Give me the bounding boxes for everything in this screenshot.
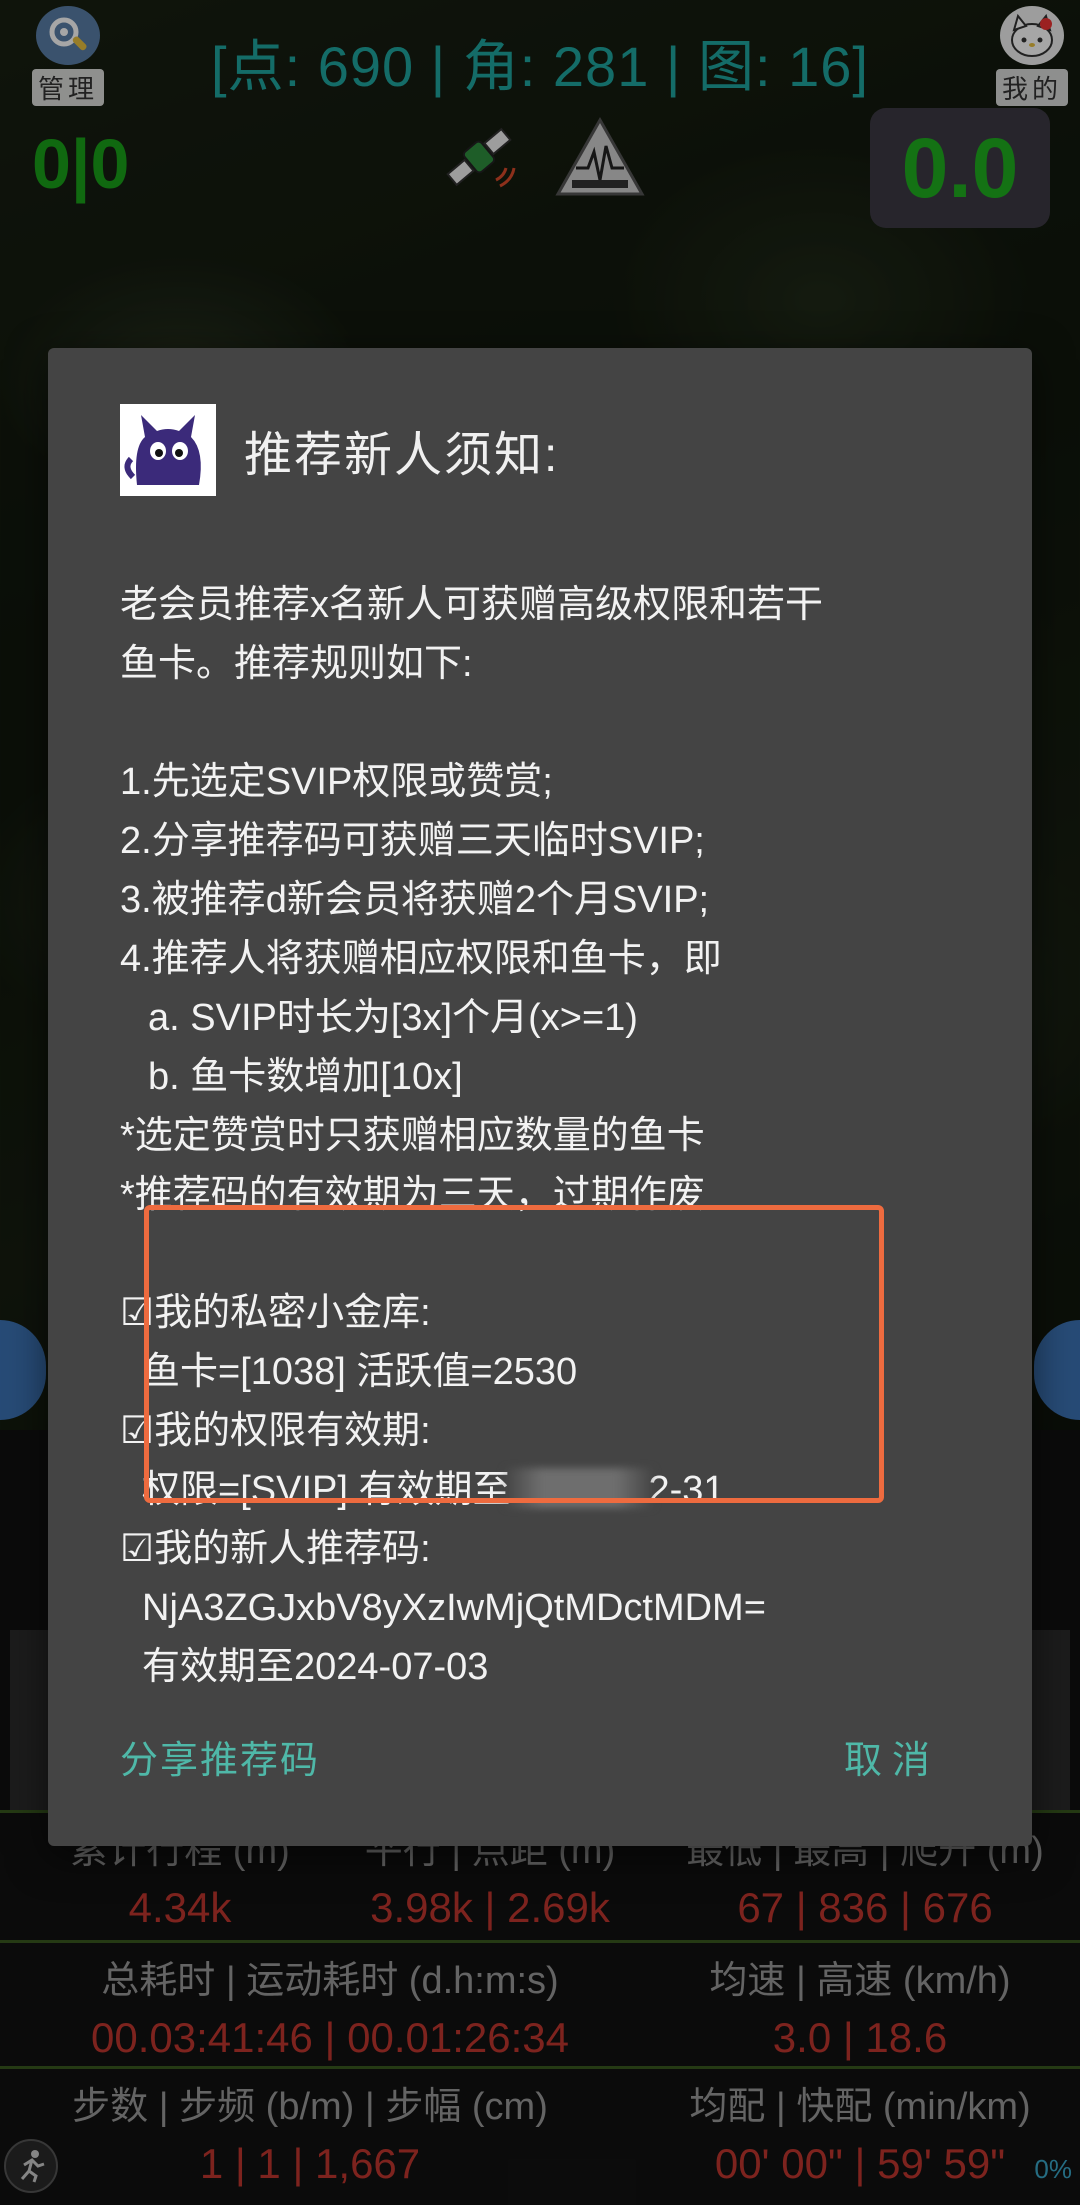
intro-line: 鱼卡。推荐规则如下: [120,643,473,685]
subrule-item: a. SVIP时长为[3x]个月(x>=1) [148,997,638,1039]
dialog-title: 推荐新人须知: [244,429,560,482]
cancel-button[interactable]: 取消 [844,1729,940,1784]
rule-item: 2.分享推荐码可获赠三天临时SVIP; [120,820,705,862]
permission-heading: ☑我的权限有效期: [120,1410,431,1452]
vault-heading: ☑我的私密小金库: [120,1292,431,1334]
dialog-body: 老会员推荐x名新人可获赠高级权限和若干 鱼卡。推荐规则如下: 1.先选定SVIP… [120,576,980,1697]
code-expiry: 有效期至2024-07-03 [142,1646,489,1688]
intro-line: 老会员推荐x名新人可获赠高级权限和若干 [120,584,824,626]
referral-code[interactable]: NjA3ZGJxbV8yXzIwMjQtMDctMDM= [120,1579,980,1638]
dialog-header: 推荐新人须知: [120,404,559,496]
note-item: *推荐码的有效期为三天，过期作废 [120,1174,705,1216]
rule-item: 3.被推荐d新会员将获赠2个月SVIP; [120,879,710,921]
rule-item: 1.先选定SVIP权限或赞赏; [120,761,553,803]
permission-suffix: 2-31 [648,1469,725,1511]
black-cat-logo-icon [120,404,216,496]
note-item: *选定赞赏时只获赠相应数量的鱼卡 [120,1115,705,1157]
dialog-actions: 分享推荐码 取消 [48,1729,1032,1809]
referral-dialog: 推荐新人须知: 老会员推荐x名新人可获赠高级权限和若干 鱼卡。推荐规则如下: 1… [48,348,1032,1846]
share-code-button[interactable]: 分享推荐码 [120,1729,320,1784]
subrule-item: b. 鱼卡数增加[10x] [148,1056,463,1098]
code-heading: ☑我的新人推荐码: [120,1528,431,1570]
rule-item: 4.推荐人将获赠相应权限和鱼卡，即 [120,938,722,980]
permission-line: 权限=[SVIP] 有效期至 2-31 [120,1461,980,1520]
redacted-date [504,1467,655,1508]
vault-values: 鱼卡=[1038] 活跃值=2530 [142,1351,578,1393]
permission-prefix: 权限=[SVIP] 有效期至 [142,1469,511,1511]
